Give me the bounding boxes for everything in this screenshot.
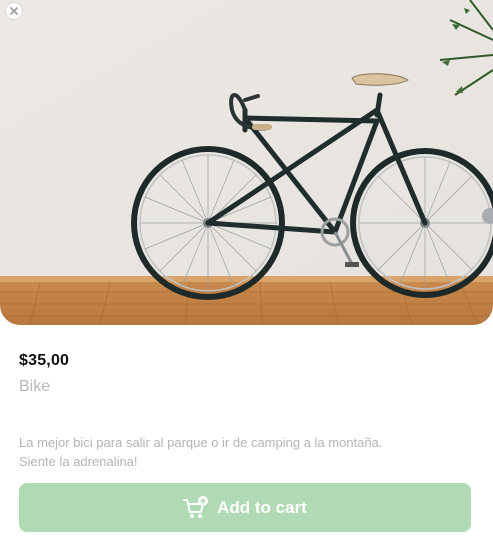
product-price: $35,00 [19, 352, 70, 369]
product-card: $35,00 Bike La mejor bici para salir al … [0, 0, 493, 559]
product-image [0, 0, 493, 325]
product-name: Bike [19, 378, 51, 395]
cart-plus-icon [183, 495, 209, 518]
add-to-cart-button[interactable]: Add to cart [19, 483, 471, 532]
description-line: Siente la adrenalina! [19, 454, 138, 469]
product-description: La mejor bici para salir al parque o ir … [19, 433, 459, 471]
description-line: La mejor bici para salir al parque o ir … [19, 435, 383, 450]
add-to-cart-label: Add to cart [217, 497, 307, 517]
close-button[interactable] [6, 3, 22, 19]
close-icon [10, 7, 18, 15]
